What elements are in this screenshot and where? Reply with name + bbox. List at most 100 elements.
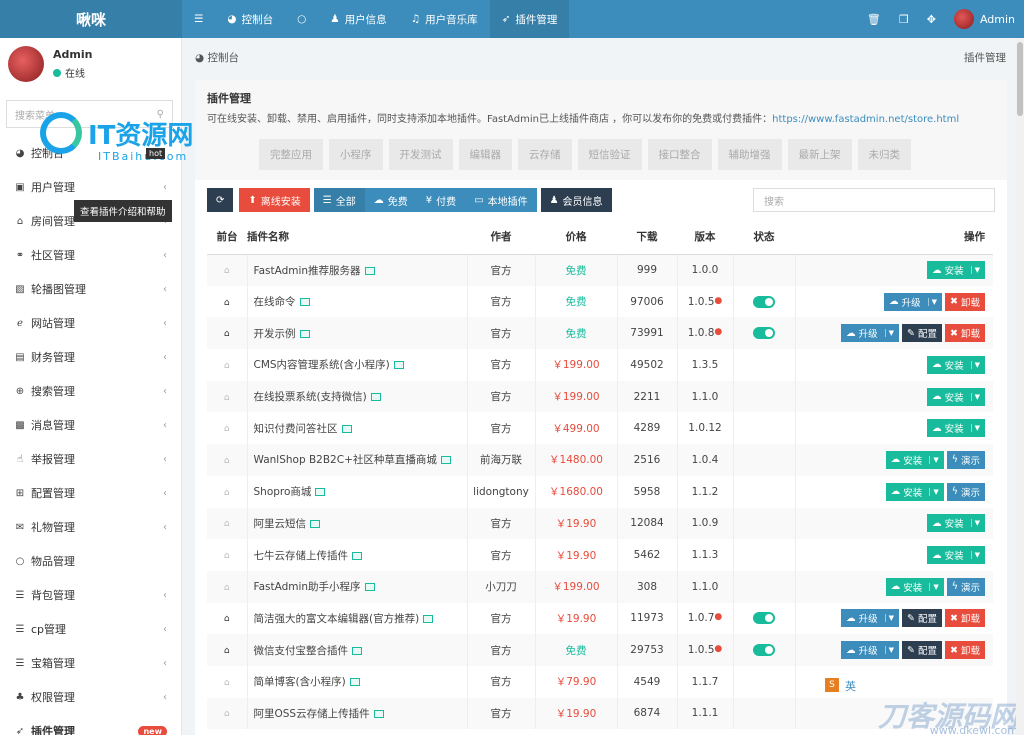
plugin-name[interactable]: 微信支付宝整合插件 — [254, 645, 349, 657]
home-icon[interactable]: ⌂ — [224, 393, 230, 403]
image-icon[interactable] — [364, 266, 375, 275]
caret-down-icon[interactable]: ▼ — [929, 455, 939, 464]
tab-4[interactable]: 编辑器 — [458, 139, 512, 170]
topnav-item-3[interactable]: ♟ 用户信息 — [318, 0, 398, 38]
sidebar-item-10[interactable]: ⊞ 配置管理 ‹ — [0, 476, 181, 510]
table-search-input[interactable]: 搜索 — [753, 188, 995, 212]
status-toggle[interactable] — [753, 327, 775, 340]
install-button[interactable]: ☁ 安装 ▼ — [927, 387, 985, 406]
breadcrumb-home[interactable]: ◕ 控制台 — [195, 50, 239, 65]
home-icon[interactable]: ⌂ — [224, 678, 230, 688]
column-header[interactable]: 下载 — [617, 220, 677, 255]
topnav-item-0[interactable]: ☰ — [182, 0, 215, 38]
caret-down-icon[interactable]: ▼ — [970, 266, 980, 275]
plugin-name[interactable]: WanlShop B2B2C+社区种草直播商城 — [254, 454, 437, 466]
image-icon[interactable] — [373, 709, 384, 718]
image-icon[interactable] — [341, 424, 352, 433]
tab-7[interactable]: 接口整合 — [647, 139, 712, 170]
filter-button-2[interactable]: ¥ 付费 — [416, 188, 466, 212]
demo-button[interactable]: ϟ 演示 — [946, 450, 985, 469]
filter-button-0[interactable]: ☰ 全部 — [313, 188, 365, 212]
admin-menu[interactable]: Admin — [945, 0, 1024, 38]
copy-icon[interactable]: ❐ — [890, 0, 918, 38]
image-icon[interactable] — [393, 361, 404, 370]
filter-button-1[interactable]: ☁ 免费 — [364, 188, 417, 212]
sidebar-item-14[interactable]: ☰ cp管理 ‹ — [0, 612, 181, 646]
image-icon[interactable] — [370, 393, 381, 402]
home-icon[interactable]: ⌂ — [224, 551, 230, 561]
image-icon[interactable] — [310, 519, 320, 528]
page-scrollbar[interactable] — [1016, 38, 1024, 735]
plugin-name[interactable]: 阿里云短信 — [254, 518, 307, 530]
sidebar-item-5[interactable]: ℯ 网站管理 ‹ — [0, 306, 181, 340]
plugin-name[interactable]: 在线投票系统(支持微信) — [254, 391, 367, 403]
status-toggle[interactable] — [753, 644, 775, 657]
column-header[interactable]: 操作 — [795, 220, 993, 255]
fullscreen-icon[interactable]: ✥ — [918, 0, 945, 38]
tab-5[interactable]: 云存储 — [518, 139, 572, 170]
plugin-name[interactable]: Shopro商城 — [254, 486, 312, 498]
caret-down-icon[interactable]: ▼ — [970, 424, 980, 433]
image-icon[interactable] — [315, 488, 326, 497]
upgrade-button[interactable]: ☁ 升级 ▼ — [841, 324, 900, 343]
sidebar-item-6[interactable]: ▤ 财务管理 ‹ — [0, 340, 181, 374]
caret-down-icon[interactable]: ▼ — [884, 646, 894, 655]
sidebar-item-3[interactable]: ⚭ 社区管理 ‹ — [0, 238, 181, 272]
sidebar-item-15[interactable]: ☰ 宝箱管理 ‹ — [0, 646, 181, 680]
sidebar-item-11[interactable]: ✉ 礼物管理 ‹ — [0, 510, 181, 544]
caret-down-icon[interactable]: ▼ — [970, 551, 980, 560]
sidebar-item-13[interactable]: ☰ 背包管理 ‹ — [0, 578, 181, 612]
tab-2[interactable]: 小程序 — [329, 139, 383, 170]
column-header[interactable]: 插件名称 — [247, 220, 467, 255]
topnav-item-4[interactable]: ♫ 用户音乐库 — [399, 0, 490, 38]
plugin-name[interactable]: FastAdmin助手小程序 — [254, 581, 361, 593]
topnav-item-2[interactable]: ○ — [285, 0, 318, 38]
install-button[interactable]: ☁ 安装 ▼ — [927, 419, 985, 438]
caret-down-icon[interactable]: ▼ — [884, 329, 894, 338]
sidebar-item-12[interactable]: ○ 物品管理 — [0, 544, 181, 578]
caret-down-icon[interactable]: ▼ — [929, 582, 939, 591]
config-button[interactable]: ✎ 配置 — [902, 641, 943, 660]
uninstall-button[interactable]: ✖ 卸载 — [945, 292, 985, 311]
home-icon[interactable]: ⌂ — [224, 329, 230, 339]
plugin-name[interactable]: 在线命令 — [254, 296, 296, 308]
config-button[interactable]: ✎ 配置 — [902, 609, 943, 628]
caret-down-icon[interactable]: ▼ — [884, 614, 894, 623]
image-icon[interactable] — [352, 646, 362, 655]
status-toggle[interactable] — [753, 295, 775, 308]
topnav-item-1[interactable]: ◕ 控制台 — [215, 0, 285, 38]
topnav-item-5[interactable]: ➶ 插件管理 — [489, 0, 570, 38]
plugin-name[interactable]: CMS内容管理系统(含小程序) — [254, 359, 390, 371]
caret-down-icon[interactable]: ▼ — [929, 487, 939, 496]
member-info-button[interactable]: ♟ 会员信息 — [540, 188, 612, 212]
install-button[interactable]: ☁ 安装 ▼ — [885, 577, 944, 596]
tab-1[interactable]: 完整应用 — [259, 139, 323, 170]
home-icon[interactable]: ⌂ — [224, 361, 230, 371]
plugin-name[interactable]: 简洁强大的富文本编辑器(官方推荐) — [254, 613, 420, 625]
tab-10[interactable]: 未归类 — [857, 139, 911, 170]
image-icon[interactable] — [349, 678, 360, 687]
column-header[interactable]: 状态 — [733, 220, 795, 255]
home-icon[interactable]: ⌂ — [224, 614, 230, 624]
sidebar-item-7[interactable]: ⊕ 搜索管理 ‹ — [0, 374, 181, 408]
home-icon[interactable]: ⌂ — [224, 709, 230, 719]
demo-button[interactable]: ϟ 演示 — [946, 577, 985, 596]
plugin-name[interactable]: 七牛云存储上传插件 — [254, 550, 349, 562]
caret-down-icon[interactable]: ▼ — [970, 519, 980, 528]
column-header[interactable]: 版本 — [677, 220, 733, 255]
install-button[interactable]: ☁ 安装 ▼ — [885, 450, 944, 469]
offline-install-button[interactable]: ⬆ 离线安装 — [239, 188, 310, 212]
image-icon[interactable] — [364, 583, 375, 592]
column-header[interactable]: 价格 — [535, 220, 617, 255]
config-button[interactable]: ✎ 配置 — [902, 324, 943, 343]
uninstall-button[interactable]: ✖ 卸载 — [945, 641, 985, 660]
tab-9[interactable]: 最新上架 — [787, 139, 852, 170]
home-icon[interactable]: ⌂ — [224, 519, 230, 529]
home-icon[interactable]: ⌂ — [224, 488, 230, 498]
plugin-name[interactable]: 简单博客(含小程序) — [254, 676, 346, 688]
install-button[interactable]: ☁ 安装 ▼ — [927, 261, 985, 280]
uninstall-button[interactable]: ✖ 卸载 — [945, 609, 985, 628]
caret-down-icon[interactable]: ▼ — [927, 297, 937, 306]
sidebar-item-17[interactable]: ➶ 插件管理 new — [0, 714, 181, 735]
image-icon[interactable] — [423, 614, 434, 623]
